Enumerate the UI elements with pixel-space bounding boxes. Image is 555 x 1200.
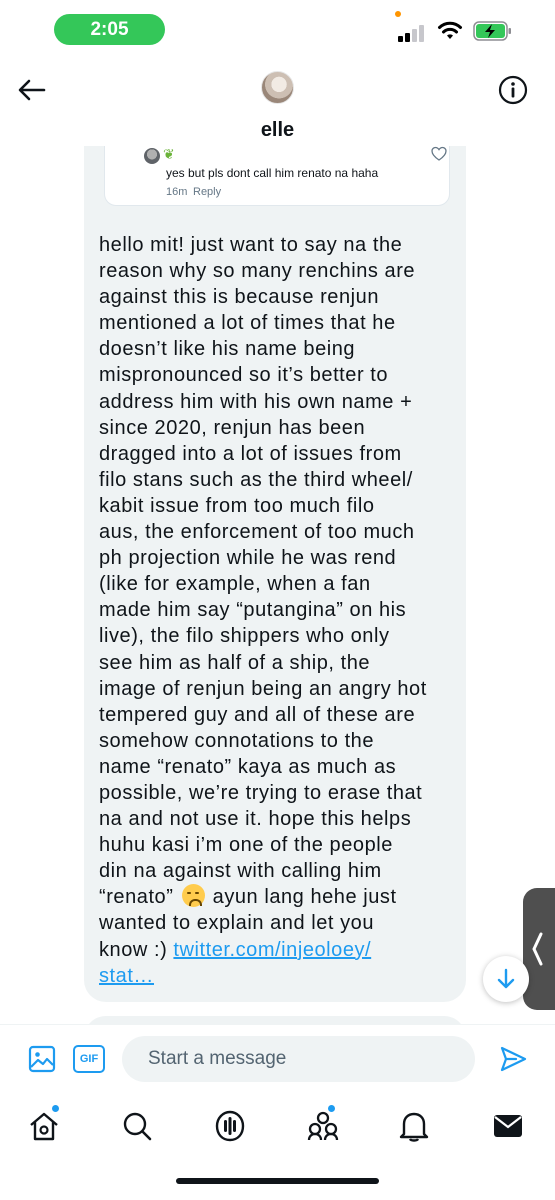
contact-avatar[interactable] bbox=[261, 71, 294, 104]
disappointed-face-emoji-icon bbox=[181, 884, 205, 908]
message-line: possible, we’re trying to erase that bbox=[99, 781, 423, 804]
message-line-with-emoji: “renato” ayun lang hehe just bbox=[99, 884, 444, 910]
message-line: kabit issue from too much filo bbox=[99, 494, 375, 517]
message-line: doesn’t like his name being bbox=[99, 338, 356, 361]
message-line: tempered guy and all of these are bbox=[99, 703, 416, 726]
message-line: ph projection while he was rend bbox=[99, 547, 397, 570]
spaces-icon[interactable] bbox=[212, 1108, 248, 1144]
image-icon[interactable] bbox=[28, 1045, 56, 1073]
status-time[interactable]: 2:05 bbox=[54, 14, 165, 45]
message-line: see him as half of a ship, the bbox=[99, 651, 371, 674]
communities-icon[interactable] bbox=[305, 1108, 341, 1144]
status-bar: 2:05 bbox=[0, 0, 555, 56]
info-icon[interactable] bbox=[498, 75, 528, 105]
quoted-author-avatar bbox=[144, 148, 160, 164]
message-line: filo stans such as the third wheel/ bbox=[99, 468, 413, 491]
message-line: live), the filo shippers who only bbox=[99, 625, 390, 648]
message-line: na and not use it. hope this helps bbox=[99, 808, 412, 831]
quoted-reply-time: 16m bbox=[166, 186, 188, 198]
home-indicator bbox=[176, 1178, 379, 1184]
message-line: name “renato” kaya as much as bbox=[99, 755, 397, 778]
message-line: image of renjun being an angry hot bbox=[99, 677, 427, 700]
message-line: dragged into a lot of issues from bbox=[99, 442, 402, 465]
message-line: (like for example, when a fan bbox=[99, 573, 371, 596]
message-line: somehow connotations to the bbox=[99, 729, 375, 752]
message-line: reason why so many renchins are bbox=[99, 260, 416, 283]
home-icon[interactable] bbox=[26, 1108, 62, 1144]
leaf-emoji-icon: ❦ bbox=[163, 146, 175, 162]
message-line-with-link: know :) twitter.com/injeoloey/ bbox=[99, 937, 444, 963]
search-icon[interactable] bbox=[119, 1108, 155, 1144]
message-line: since 2020, renjun has been bbox=[99, 416, 366, 439]
arrow-left-icon[interactable] bbox=[16, 74, 48, 106]
scroll-to-bottom-button[interactable] bbox=[483, 956, 529, 1002]
communities-notification-dot bbox=[328, 1105, 335, 1112]
wifi-icon bbox=[438, 21, 462, 39]
battery-charging-icon bbox=[473, 21, 511, 41]
messages-icon[interactable] bbox=[490, 1108, 526, 1144]
conversation-header: elle bbox=[0, 56, 555, 146]
quoted-reply-card[interactable]: ❦ yes but pls dont call him renato na ha… bbox=[104, 146, 450, 206]
message-line: hello mit! just want to say na the bbox=[99, 234, 403, 256]
send-icon[interactable] bbox=[499, 1045, 527, 1073]
message-line-part: know :) bbox=[99, 938, 174, 961]
heart-outline-icon[interactable] bbox=[431, 146, 447, 162]
message-line-with-link: stat… bbox=[99, 963, 444, 989]
message-line-part: ayun lang hehe just bbox=[212, 886, 397, 909]
bottom-navigation bbox=[0, 1096, 555, 1200]
message-line: address him with his own name + bbox=[99, 390, 413, 413]
privacy-indicator-dot bbox=[395, 11, 401, 17]
arrow-down-icon bbox=[497, 968, 515, 989]
signal-icon bbox=[398, 24, 428, 42]
message-composer: GIF bbox=[0, 1024, 555, 1096]
conversation-thread[interactable]: ❦ yes but pls dont call him renato na ha… bbox=[0, 146, 555, 1024]
tweet-link[interactable]: twitter.com/injeoloey/ bbox=[173, 939, 371, 961]
message-line: mispronounced so it’s better to bbox=[99, 364, 389, 387]
home-notification-dot bbox=[52, 1105, 59, 1112]
message-line: against this is because renjun bbox=[99, 286, 379, 309]
contact-name[interactable]: elle bbox=[0, 119, 555, 142]
message-line: made him say “putangina” on his bbox=[99, 599, 407, 622]
message-line: mentioned a lot of times that he bbox=[99, 312, 396, 335]
quoted-reply-text: yes but pls dont call him renato na haha bbox=[166, 166, 379, 180]
tweet-link-continued[interactable]: stat… bbox=[99, 965, 154, 987]
message-line: aus, the enforcement of too much bbox=[99, 521, 415, 544]
quoted-reply-button[interactable]: Reply bbox=[193, 186, 221, 198]
gif-button[interactable]: GIF bbox=[73, 1045, 105, 1073]
notifications-icon[interactable] bbox=[396, 1108, 432, 1144]
message-line: din na against with calling him bbox=[99, 860, 382, 883]
next-message-bubble[interactable] bbox=[84, 1016, 466, 1024]
message-text: hello mit! just want to say na the reaso… bbox=[99, 232, 444, 989]
message-line: wanted to explain and let you bbox=[99, 912, 375, 935]
message-line: huhu kasi i’m one of the people bbox=[99, 834, 393, 857]
message-line-part: “renato” bbox=[99, 886, 174, 909]
message-input[interactable] bbox=[122, 1036, 475, 1082]
